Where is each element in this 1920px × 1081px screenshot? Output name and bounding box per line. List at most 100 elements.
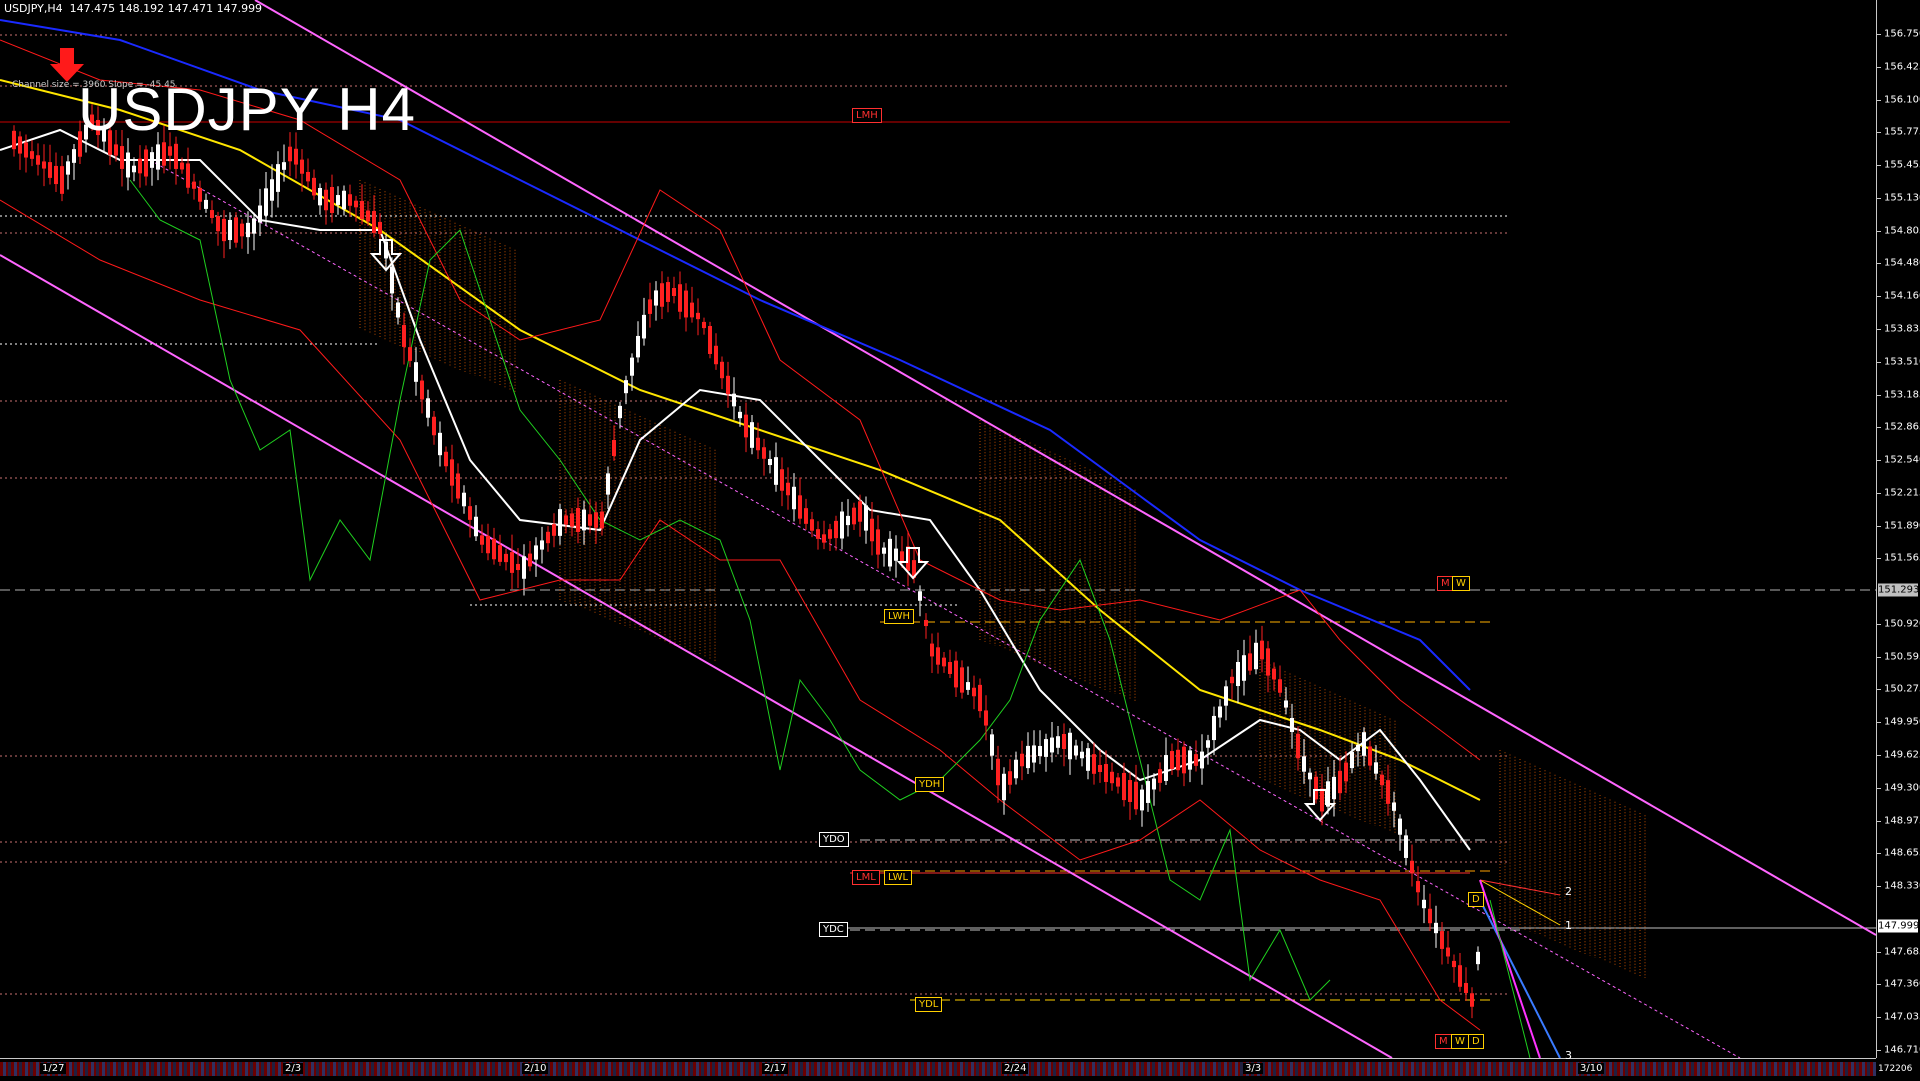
- candle-body: [930, 643, 934, 657]
- candle-body: [690, 302, 694, 318]
- price-label: 156.425: [1884, 61, 1920, 73]
- candle-body: [1092, 754, 1096, 774]
- price-label: 154.480: [1884, 257, 1920, 269]
- candle-body: [126, 152, 130, 178]
- candle-body: [600, 511, 604, 529]
- candle-body: [114, 144, 118, 156]
- candle-body: [216, 216, 220, 232]
- candle-body: [696, 312, 700, 320]
- tag-week-high: W: [1452, 576, 1470, 591]
- price-label: 154.805: [1884, 225, 1920, 237]
- candle-body: [846, 515, 850, 526]
- price-tick: [1876, 99, 1881, 101]
- candle-body: [528, 553, 532, 567]
- candle-body: [1164, 755, 1168, 781]
- candle-body: [372, 210, 376, 234]
- candle-body: [468, 506, 472, 520]
- candle-body: [1332, 776, 1336, 800]
- candle-body: [582, 509, 586, 531]
- chart-window[interactable]: USDJPY,H4 147.475 148.192 147.471 147.99…: [0, 0, 1920, 1081]
- price-label: 153.835: [1884, 323, 1920, 335]
- candle-body: [1008, 771, 1012, 785]
- candle-body: [1362, 732, 1366, 756]
- candle-body: [1080, 751, 1084, 759]
- tag-lmh: LMH: [852, 108, 882, 123]
- candle-body: [1254, 642, 1258, 670]
- candle-body: [354, 200, 358, 208]
- candle-body: [1338, 770, 1342, 794]
- candle-body: [1296, 733, 1300, 759]
- candle-body: [648, 299, 652, 314]
- candle-body: [480, 535, 484, 545]
- price-plot[interactable]: [0, 0, 1876, 1058]
- projection-line: [1479, 879, 1541, 1058]
- candle-body: [1260, 640, 1264, 660]
- candle-body: [1368, 746, 1372, 766]
- candle-body: [1038, 745, 1042, 757]
- price-tick: [1876, 296, 1881, 298]
- candle-body: [990, 734, 994, 756]
- date-label: 1/27: [40, 1063, 67, 1074]
- candle-body: [1200, 751, 1204, 769]
- price-label: 152.215: [1884, 487, 1920, 499]
- price-tick: [1876, 787, 1881, 789]
- candle-body: [978, 684, 982, 712]
- price-label: 156.750: [1884, 28, 1920, 40]
- candle-body: [948, 662, 952, 674]
- candle-body: [744, 414, 748, 438]
- candle-body: [516, 563, 520, 571]
- candle-body: [492, 538, 496, 560]
- tag-month-low: M: [1435, 1034, 1452, 1049]
- candle-body: [828, 529, 832, 539]
- candle-body: [810, 519, 814, 531]
- price-tick: [1876, 492, 1881, 494]
- candle-body: [384, 241, 388, 259]
- date-label: 2/17: [762, 1063, 789, 1074]
- candle-body: [1056, 736, 1060, 748]
- candle-body: [1230, 676, 1234, 684]
- candle-body: [186, 163, 190, 188]
- price-label: 149.625: [1884, 749, 1920, 761]
- price-tick: [1876, 1050, 1881, 1051]
- price-tick: [1876, 820, 1881, 822]
- candle-body: [570, 513, 574, 527]
- tag-ydl: YDL: [915, 997, 943, 1012]
- candle-body: [666, 282, 670, 302]
- candle-body: [156, 144, 160, 170]
- candle-body: [888, 538, 892, 567]
- candle-body: [840, 511, 844, 539]
- candle-body: [960, 667, 964, 693]
- target-label-1: 1: [1565, 919, 1572, 932]
- candle-body: [252, 218, 256, 234]
- candle-body: [1158, 769, 1162, 783]
- candle-body: [1110, 771, 1114, 784]
- price-label: 147.360: [1884, 978, 1920, 990]
- candle-body: [1446, 947, 1450, 957]
- price-tick: [1876, 328, 1881, 330]
- candle-body: [1104, 764, 1108, 782]
- candle-body: [204, 199, 208, 209]
- candle-body: [1146, 781, 1150, 803]
- candle-body: [864, 505, 868, 531]
- candle-body: [1266, 648, 1270, 676]
- ma-yellow-line: [0, 79, 1481, 801]
- tag-ydo: YDO: [819, 832, 849, 847]
- price-label: 149.300: [1884, 782, 1920, 794]
- candle-body: [918, 591, 922, 601]
- price-label: 148.975: [1884, 815, 1920, 827]
- candle-body: [1032, 745, 1036, 763]
- price-tick: [1876, 689, 1881, 691]
- price-label: 147.685: [1884, 946, 1920, 958]
- candle-body: [546, 531, 550, 544]
- price-label: 148.655: [1884, 847, 1920, 859]
- candle-body: [1386, 780, 1390, 804]
- price-label: 150.595: [1884, 651, 1920, 663]
- price-tick: [1876, 66, 1881, 68]
- candle-body: [774, 457, 778, 485]
- candle-body: [390, 266, 394, 294]
- candle-body: [1026, 745, 1030, 769]
- candle-body: [1410, 860, 1414, 873]
- candle-body: [882, 547, 886, 554]
- candle-body: [876, 529, 880, 555]
- target-label-2: 2: [1565, 885, 1572, 898]
